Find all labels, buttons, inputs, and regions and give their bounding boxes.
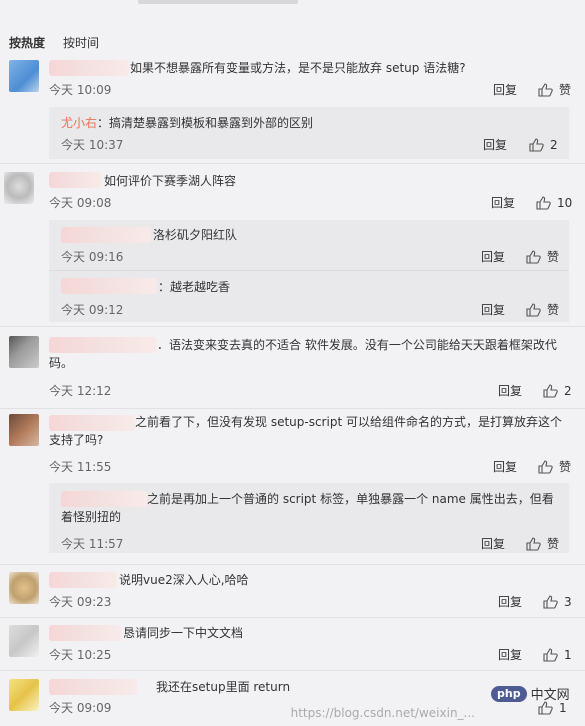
divider (0, 408, 585, 409)
php-cn-logo: php 中文网 (491, 684, 570, 703)
thumbs-up-icon (536, 196, 551, 210)
like-count: 10 (557, 196, 573, 210)
like-button[interactable]: 2 (543, 383, 572, 399)
like-button[interactable]: 赞 (538, 82, 571, 98)
avatar[interactable] (9, 625, 39, 657)
reply-time: 今天 09:16 (61, 250, 124, 264)
like-button[interactable]: 赞 (526, 302, 559, 318)
reply-button[interactable]: 回复 (498, 647, 522, 663)
comment-text: 如何评价下赛季湖人阵容 (104, 174, 237, 188)
thumbs-up-icon (529, 138, 544, 152)
like-button[interactable]: 1 (543, 647, 572, 663)
divider (0, 326, 585, 327)
user-name[interactable] (49, 172, 101, 188)
comment-time: 今天 09:23 (49, 595, 112, 609)
reply-time: 今天 09:12 (61, 303, 124, 317)
thumbs-up-icon (526, 303, 541, 317)
reply-time: 今天 10:37 (61, 138, 124, 152)
like-button[interactable]: 赞 (526, 536, 559, 552)
reply-button[interactable]: 回复 (481, 536, 505, 552)
avatar[interactable] (9, 572, 39, 604)
like-label: 赞 (547, 250, 560, 264)
php-logo-text: 中文网 (530, 688, 570, 703)
reply-button[interactable]: 回复 (498, 383, 522, 399)
reply-box: 尤小右：搞清楚暴露到模板和暴露到外部的区别 今天 10:37 回复 2 (49, 107, 569, 159)
like-count: 2 (550, 138, 558, 152)
like-label: 赞 (547, 537, 560, 551)
comment-text: 我还在setup里面 return (156, 680, 291, 694)
user-name[interactable] (61, 227, 151, 243)
avatar[interactable] (4, 172, 34, 204)
comment-time: 今天 09:08 (49, 196, 112, 210)
thumbs-up-icon (526, 250, 541, 264)
reply-box: 洛杉矶夕阳红队 今天 09:16 回复 赞 ：越老越吃香 今天 09:12 回复… (49, 220, 569, 322)
avatar[interactable] (9, 414, 39, 446)
like-count: 2 (564, 384, 572, 398)
like-button[interactable]: 赞 (538, 459, 571, 475)
comment-time: 今天 10:25 (49, 648, 112, 662)
comment-text: 说明vue2深入人心,哈哈 (119, 573, 249, 587)
comment-text: 之前看了下，但没有发现 setup-script 可以给组件命名的方式，是打算放… (49, 415, 562, 447)
like-label: 赞 (559, 460, 572, 474)
reply-text: 洛杉矶夕阳红队 (153, 228, 238, 242)
reply-button[interactable]: 回复 (491, 195, 515, 211)
tab-by-hot[interactable]: 按热度 (9, 34, 45, 52)
like-label: 赞 (559, 83, 572, 97)
reply-text: 尤小右：搞清楚暴露到模板和暴露到外部的区别 (61, 116, 314, 130)
avatar[interactable] (9, 336, 39, 368)
divider (0, 617, 585, 618)
reply-time: 今天 11:57 (61, 537, 124, 551)
php-logo-badge: php (491, 685, 527, 702)
tab-by-time[interactable]: 按时间 (63, 34, 99, 52)
reply-box: 之前是再加上一个普通的 script 标签，单独暴露一个 name 属性出去，但… (49, 483, 569, 553)
thumbs-up-icon (543, 648, 558, 662)
comment-time: 今天 12:12 (49, 384, 112, 398)
thumbs-up-icon (526, 537, 541, 551)
reply-button[interactable]: 回复 (481, 249, 505, 265)
thumbs-up-icon (538, 460, 553, 474)
comment-time: 今天 11:55 (49, 460, 112, 474)
sort-tabs: 按热度 按时间 (9, 34, 99, 52)
user-name[interactable] (49, 572, 117, 588)
user-name[interactable] (49, 679, 137, 695)
user-name[interactable] (49, 625, 121, 641)
avatar[interactable] (9, 60, 39, 92)
reply-author[interactable]: 尤小右 (61, 116, 97, 130)
like-button[interactable]: 3 (543, 594, 572, 610)
comment-text: ．语法变来变去真的不适合 软件发展。没有一个公司能给天天跟着框架改代码。 (49, 338, 557, 370)
avatar[interactable] (9, 679, 39, 711)
like-label: 赞 (547, 303, 560, 317)
like-button[interactable]: 赞 (526, 249, 559, 265)
like-button[interactable]: 2 (529, 137, 558, 153)
reply-button[interactable]: 回复 (498, 594, 522, 610)
comment-text: 恳请同步一下中文文档 (123, 626, 244, 640)
divider (49, 270, 569, 271)
previous-content-strip (0, 0, 585, 6)
user-name[interactable] (61, 278, 157, 294)
thumbs-up-icon (543, 384, 558, 398)
like-button[interactable]: 10 (536, 195, 572, 211)
reply-button[interactable]: 回复 (493, 82, 517, 98)
watermark: https://blog.csdn.net/weixin_... (290, 706, 475, 720)
user-name[interactable] (49, 60, 129, 76)
comment-time: 今天 10:09 (49, 83, 112, 97)
like-count: 3 (564, 595, 572, 609)
reply-text: 之前是再加上一个普通的 script 标签，单独暴露一个 name 属性出去，但… (61, 492, 554, 524)
divider (0, 163, 585, 164)
thumbs-up-icon (538, 83, 553, 97)
reply-button[interactable]: 回复 (493, 459, 517, 475)
comment-time: 今天 09:09 (49, 701, 112, 715)
reply-text: ：越老越吃香 (158, 280, 231, 294)
reply-button[interactable]: 回复 (483, 137, 507, 153)
reply-button[interactable]: 回复 (481, 302, 505, 318)
like-count: 1 (564, 648, 572, 662)
divider (0, 564, 585, 565)
thumbs-up-icon (538, 701, 553, 715)
divider (0, 670, 585, 671)
thumbs-up-icon (543, 595, 558, 609)
comment-text: 如果不想暴露所有变量或方法，是不是只能放弃 setup 语法糖? (130, 61, 466, 75)
